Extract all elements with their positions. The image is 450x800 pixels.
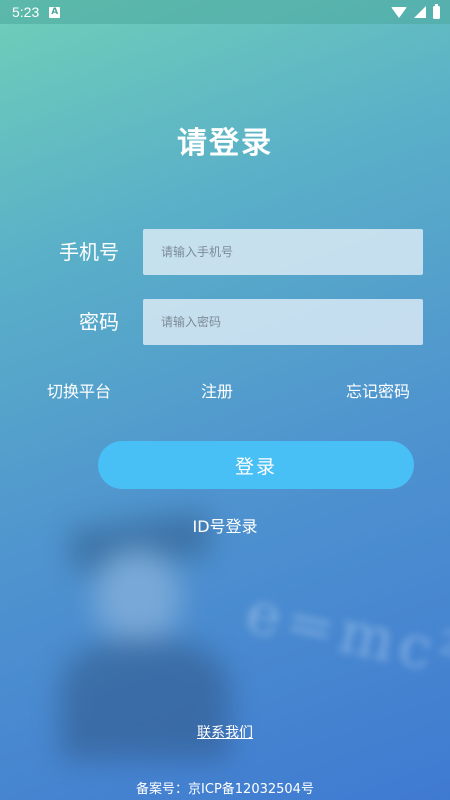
background-graduate-figure bbox=[40, 510, 240, 760]
forgot-password-link[interactable]: 忘记密码 bbox=[346, 378, 410, 402]
signal-icon bbox=[414, 6, 426, 18]
icp-record-text: 备案号：京ICP备12032504号 bbox=[136, 782, 314, 797]
switch-platform-link[interactable]: 切换平台 bbox=[47, 378, 111, 402]
phone-row: 手机号 bbox=[0, 229, 450, 275]
phone-input[interactable] bbox=[143, 229, 423, 275]
password-input[interactable] bbox=[143, 299, 423, 345]
wifi-icon bbox=[391, 6, 407, 18]
contact-us-link[interactable]: 联系我们 bbox=[0, 722, 450, 742]
status-time: 5:23 bbox=[12, 4, 40, 20]
password-row: 密码 bbox=[0, 299, 450, 345]
status-bar: 5:23 A bbox=[0, 0, 450, 24]
register-link[interactable]: 注册 bbox=[201, 378, 233, 402]
phone-label: 手机号 bbox=[59, 240, 119, 264]
background-formula: e=mc² bbox=[240, 577, 450, 691]
login-button[interactable]: 登录 bbox=[98, 441, 414, 489]
password-label: 密码 bbox=[79, 310, 119, 334]
notification-icon: A bbox=[49, 6, 61, 18]
battery-icon bbox=[433, 3, 440, 19]
auxiliary-links: 切换平台 注册 忘记密码 bbox=[0, 378, 450, 406]
id-login-link[interactable]: ID号登录 bbox=[0, 513, 450, 537]
page-title: 请登录 bbox=[177, 126, 273, 161]
